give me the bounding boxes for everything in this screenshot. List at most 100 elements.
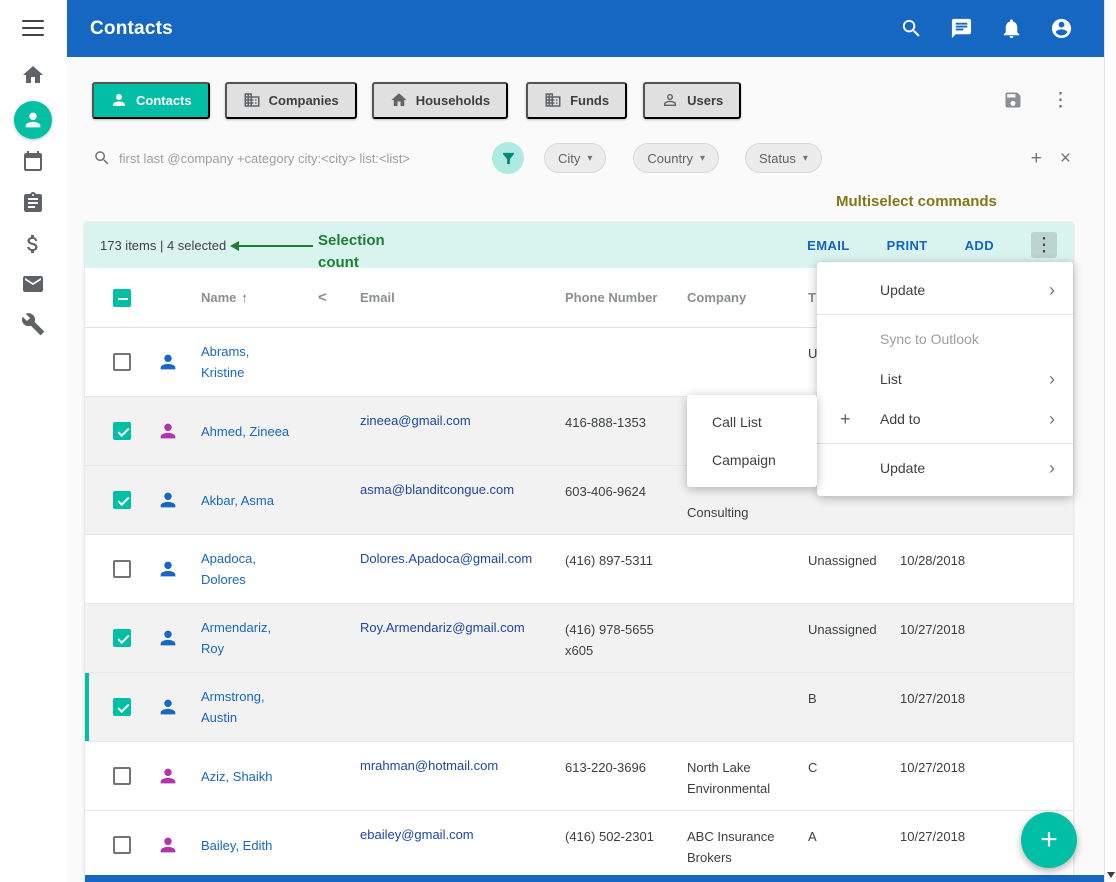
chevron-right-icon: ›	[1049, 280, 1055, 301]
contact-email: ebailey@gmail.com	[360, 811, 565, 879]
row-checkbox[interactable]	[113, 353, 131, 371]
scroll-down-arrow-icon[interactable]	[1107, 872, 1115, 878]
contact-phone: 613-220-3696	[565, 742, 687, 810]
header-label: Name	[201, 290, 236, 305]
tab-companies[interactable]: Companies	[225, 82, 357, 119]
menu-item-sync-to-outlook: Sync to Outlook	[817, 319, 1073, 359]
chat-icon[interactable]	[950, 17, 973, 40]
contact-email: mrahman@hotmail.com	[360, 742, 565, 810]
mail-icon[interactable]	[21, 272, 45, 296]
print-button[interactable]: PRINT	[887, 238, 928, 253]
select-all-checkbox[interactable]	[113, 289, 131, 307]
filter-funnel-icon[interactable]	[492, 142, 524, 174]
column-header-name[interactable]: Name ↑	[195, 268, 318, 327]
multiselect-kebab-icon[interactable]: ⋮	[1031, 232, 1057, 258]
table-row[interactable]: Armstrong, Austin B 10/27/2018	[85, 673, 1073, 742]
tab-users[interactable]: Users	[643, 82, 741, 119]
table-row[interactable]: Aziz, Shaikh mrahman@hotmail.com 613-220…	[85, 742, 1073, 811]
add-button[interactable]: ADD	[965, 238, 994, 253]
tools-wrench-icon[interactable]	[21, 312, 45, 336]
contact-modified-date: 10/28/2018	[900, 535, 1020, 603]
filter-chip-city[interactable]: City▾	[544, 143, 606, 173]
column-header-company[interactable]: Company	[687, 268, 808, 327]
account-circle-icon[interactable]	[1050, 17, 1073, 40]
menu-item-label: Update	[880, 282, 925, 298]
table-row[interactable]: Bailey, Edith ebailey@gmail.com (416) 50…	[85, 811, 1073, 880]
search-input[interactable]: first last @company +category city:<city…	[119, 151, 410, 166]
filter-chip-country[interactable]: Country▾	[633, 143, 719, 173]
search-icon[interactable]	[900, 17, 923, 40]
contact-name-link[interactable]: Armstrong, Austin	[195, 673, 318, 741]
contact-phone: (416) 897-5311	[565, 535, 687, 603]
contact-email: asma@blanditcongue.com	[360, 466, 565, 534]
table-row[interactable]: Apadoca, Dolores Dolores.Apadoca@gmail.c…	[85, 535, 1073, 604]
row-checkbox[interactable]	[113, 629, 131, 647]
chevron-right-icon: ›	[1049, 409, 1055, 430]
row-checkbox[interactable]	[113, 836, 131, 854]
contact-name-link[interactable]: Abrams, Kristine	[195, 328, 318, 396]
contact-company: North Lake Environmental	[687, 742, 808, 810]
tab-label: Households	[416, 93, 490, 108]
annotation-multiselect-commands: Multiselect commands	[836, 193, 997, 210]
contact-modified-date: 10/27/2018	[900, 811, 1020, 879]
menu-hamburger-icon[interactable]	[22, 20, 44, 38]
contact-phone	[565, 673, 687, 741]
row-checkbox[interactable]	[113, 560, 131, 578]
column-header-email[interactable]: Email	[360, 268, 565, 327]
plus-icon: +	[840, 409, 851, 430]
vertical-scrollbar[interactable]	[1104, 0, 1116, 882]
menu-item-update-top[interactable]: Update ›	[817, 270, 1073, 310]
left-sidebar	[0, 0, 67, 882]
contact-name-link[interactable]: Armendariz, Roy	[195, 604, 318, 672]
home-icon[interactable]	[21, 63, 45, 87]
entity-tabs: Contacts Companies Households Funds User…	[67, 80, 1104, 120]
submenu-item-call-list[interactable]: Call List	[687, 403, 817, 441]
row-checkbox[interactable]	[113, 767, 131, 785]
contact-name-link[interactable]: Apadoca, Dolores	[195, 535, 318, 603]
sidebar-item-contacts-active[interactable]	[14, 101, 52, 139]
tab-households[interactable]: Households	[372, 82, 508, 119]
menu-item-list[interactable]: List ›	[817, 359, 1073, 399]
contact-name-link[interactable]: Aziz, Shaikh	[195, 742, 318, 810]
chip-label: Status	[759, 151, 796, 166]
submenu-item-campaign[interactable]: Campaign	[687, 441, 817, 479]
row-checkbox[interactable]	[113, 698, 131, 716]
table-row[interactable]: Armendariz, Roy Roy.Armendariz@gmail.com…	[85, 604, 1073, 673]
building-icon	[544, 91, 562, 109]
contact-company	[687, 535, 808, 603]
calendar-icon[interactable]	[21, 150, 45, 174]
contact-name-link[interactable]: Ahmed, Zineea	[195, 397, 318, 465]
tasks-clipboard-icon[interactable]	[21, 191, 45, 215]
menu-item-label: Add to	[880, 411, 920, 427]
menu-item-add-to[interactable]: + Add to ›	[817, 399, 1073, 439]
row-checkbox[interactable]	[113, 491, 131, 509]
tab-label: Users	[687, 93, 723, 108]
notifications-bell-icon[interactable]	[1000, 17, 1023, 40]
billing-dollar-icon[interactable]	[21, 232, 45, 256]
menu-item-update-bottom[interactable]: Update ›	[817, 448, 1073, 488]
email-button[interactable]: EMAIL	[807, 238, 849, 253]
main-content: Contacts Companies Households Funds User…	[67, 57, 1104, 882]
collapse-columns-icon[interactable]: <	[318, 268, 360, 327]
tab-contacts[interactable]: Contacts	[92, 82, 210, 119]
contact-phone: (416) 502-2301	[565, 811, 687, 879]
contact-name-link[interactable]: Bailey, Edith	[195, 811, 318, 879]
menu-item-label: Sync to Outlook	[880, 331, 979, 347]
contact-company: ABC Insurance Brokers	[687, 811, 808, 879]
more-options-kebab-icon[interactable]: ⋮	[1051, 91, 1070, 110]
clear-filters-icon[interactable]: ×	[1060, 149, 1071, 168]
contact-tier: Unassigned	[808, 604, 900, 672]
add-filter-icon[interactable]: +	[1031, 149, 1042, 168]
menu-item-label: Update	[880, 460, 925, 476]
save-icon[interactable]	[1003, 90, 1023, 110]
person-outline-icon	[661, 91, 679, 109]
contact-name-link[interactable]: Akbar, Asma	[195, 466, 318, 534]
tab-funds[interactable]: Funds	[526, 82, 627, 119]
add-contact-fab[interactable]: +	[1021, 812, 1077, 868]
person-icon	[157, 765, 179, 787]
column-header-phone[interactable]: Phone Number	[565, 268, 687, 327]
menu-item-label: List	[880, 371, 902, 387]
row-checkbox[interactable]	[113, 422, 131, 440]
person-icon	[157, 696, 179, 718]
filter-chip-status[interactable]: Status▾	[745, 143, 822, 173]
